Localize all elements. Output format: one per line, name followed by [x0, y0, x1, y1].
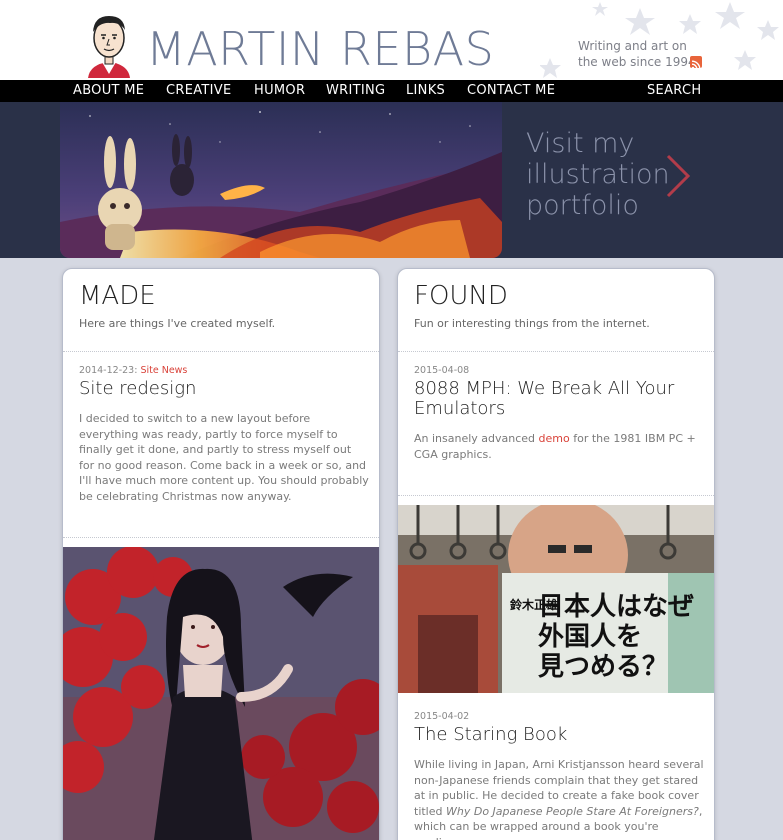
nav-humor[interactable]: HUMOR: [254, 83, 305, 99]
made-heading: MADE: [79, 281, 156, 311]
divider: [398, 495, 714, 496]
nav-contact-me[interactable]: CONTACT ME: [467, 83, 555, 99]
gothic-woman-illustration[interactable]: [63, 547, 380, 840]
post-date: 2015-04-08: [414, 365, 470, 376]
portfolio-cta-link[interactable]: Visit my illustration portfolio: [526, 128, 676, 221]
book-title-text: 見つめる？: [538, 652, 668, 682]
rss-icon[interactable]: [690, 56, 702, 70]
made-subheading: Here are things I've created myself.: [79, 317, 276, 330]
book-title-text: 外国人を: [538, 622, 642, 652]
avatar[interactable]: [80, 8, 138, 78]
cta-line-3: portfolio: [526, 190, 639, 221]
post-title-staring-book[interactable]: The Staring Book: [414, 725, 704, 745]
tagline: Writing and art on the web since 1994.: [578, 39, 700, 69]
cta-line-1: Visit my: [526, 128, 635, 159]
site-header: MARTIN REBAS Writing and art on the web …: [0, 0, 783, 80]
book-title-text: 日本人はなぜ: [538, 592, 694, 622]
found-column: FOUND Fun or interesting things from the…: [397, 268, 715, 840]
post-title-site-redesign[interactable]: Site redesign: [79, 379, 369, 399]
divider: [398, 351, 714, 352]
nav-about-me[interactable]: ABOUT ME: [73, 83, 144, 99]
body-text: An insanely advanced: [414, 432, 539, 445]
nav-links[interactable]: LINKS: [406, 83, 445, 99]
site-title[interactable]: MARTIN REBAS: [146, 24, 494, 74]
post-body: I decided to switch to a new layout befo…: [79, 412, 369, 503]
post-title-8088-mph[interactable]: 8088 MPH: We Break All Your Emulators: [414, 379, 704, 419]
demo-link[interactable]: demo: [539, 432, 570, 445]
rss-glyph: [691, 60, 701, 70]
made-column: MADE Here are things I've created myself…: [62, 268, 380, 840]
book-author-text: 鈴木正雄: [510, 597, 558, 612]
chevron-right-icon[interactable]: [664, 152, 694, 200]
divider: [63, 537, 379, 538]
found-heading: FOUND: [414, 281, 508, 311]
book-title-emphasis: Why Do Japanese People Stare At Foreigne…: [446, 804, 699, 818]
found-subheading: Fun or interesting things from the inter…: [414, 317, 650, 330]
main-nav: ABOUT ME CREATIVE HUMOR WRITING LINKS CO…: [0, 80, 783, 102]
nav-writing[interactable]: WRITING: [326, 83, 385, 99]
post-body: While living in Japan, Arni Kristjansson…: [414, 757, 704, 840]
post-date: 2014-12-23:: [79, 365, 138, 376]
cta-line-2: illustration: [526, 159, 670, 190]
post-meta: 2014-12-23: Site News: [79, 365, 187, 377]
divider: [63, 351, 379, 352]
post-body: An insanely advanced demo for the 1981 I…: [414, 431, 704, 462]
staring-book-photo[interactable]: 日本人はなぜ 外国人を 見つめる？ 鈴木正雄: [398, 505, 715, 693]
nav-creative[interactable]: CREATIVE: [166, 83, 232, 99]
post-date: 2015-04-02: [414, 711, 470, 722]
post-category-link[interactable]: Site News: [140, 365, 187, 376]
banner-illustration[interactable]: [60, 102, 502, 258]
nav-search[interactable]: SEARCH: [647, 83, 701, 99]
